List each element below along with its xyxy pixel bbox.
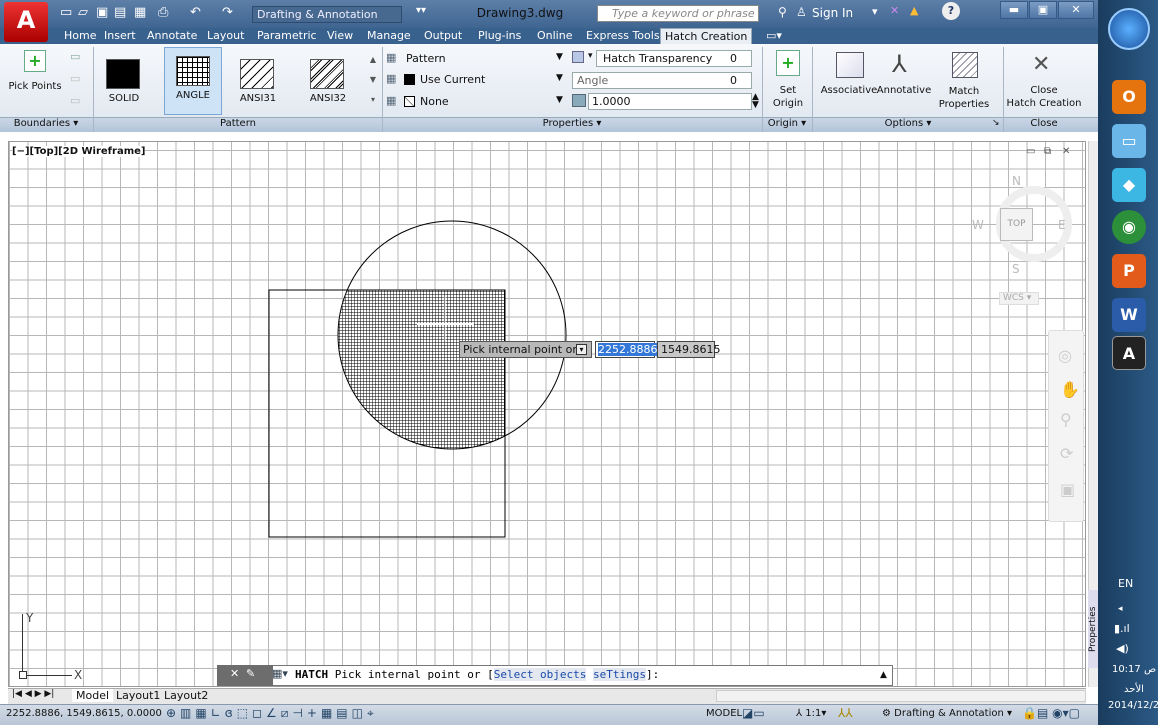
wcs-menu[interactable]: WCS ▾ xyxy=(999,292,1039,305)
showmotion-icon[interactable]: ▣ xyxy=(1060,480,1075,499)
layout-toggle-icons[interactable]: ◪▭ xyxy=(742,706,765,720)
options-down-icon[interactable]: ▾ xyxy=(576,344,587,355)
application-menu-button[interactable]: A xyxy=(4,2,48,42)
viewcube-east[interactable]: E xyxy=(1058,218,1066,232)
option-select-objects[interactable]: Select objects xyxy=(493,668,587,681)
outlook-icon[interactable]: O xyxy=(1112,80,1146,114)
x-value: 2252.8886 xyxy=(598,343,658,356)
start-button[interactable] xyxy=(1108,8,1150,50)
ucs-y-label: Y xyxy=(26,611,34,625)
coordinate-display[interactable]: 2252.8886, 1549.8615, 0.0000 xyxy=(6,708,162,719)
viewport-close-icon[interactable]: ✕ xyxy=(1062,146,1070,157)
clock-date: 2014/12/21 xyxy=(1108,700,1158,711)
model-space-button[interactable]: MODEL xyxy=(706,708,742,719)
annotation-icon: ⅄ xyxy=(796,708,803,719)
steering-wheel-icon[interactable]: ◎ xyxy=(1058,346,1072,365)
orbit-icon[interactable]: ⟳ xyxy=(1060,444,1073,463)
workspace-switch[interactable]: ⚙ Drafting & Annotation ▾ xyxy=(882,708,1012,719)
gear-icon: ⚙ xyxy=(882,708,891,719)
volume-icon[interactable]: ◀) xyxy=(1116,642,1129,655)
file-icon[interactable]: ◆ xyxy=(1112,168,1146,202)
network-icon[interactable]: ▮.ıl xyxy=(1114,622,1130,635)
viewcube-north[interactable]: N xyxy=(1012,174,1021,188)
viewcube-south[interactable]: S xyxy=(1012,262,1020,276)
ucs-x-axis xyxy=(22,675,72,676)
command-name: HATCH xyxy=(295,668,329,681)
dynamic-input-y[interactable]: 1549.8615 xyxy=(657,341,721,358)
autocad-icon[interactable]: A xyxy=(1112,336,1146,370)
pan-icon[interactable]: ✋ xyxy=(1060,380,1080,399)
viewcube-west[interactable]: W xyxy=(972,218,984,232)
tray-expand-icon[interactable]: ◂ xyxy=(1118,604,1123,614)
prompt-text: Pick internal point or xyxy=(463,343,577,356)
dynamic-input-x[interactable]: 2252.8886 xyxy=(595,341,658,358)
viewcube-top[interactable]: TOP xyxy=(1000,208,1033,241)
ucs-x-label: X xyxy=(74,668,83,682)
command-prompt: Pick internal point or [ xyxy=(334,668,494,681)
tab-nav-icons[interactable]: |◀ ◀ ▶ ▶| xyxy=(12,689,54,699)
hatch-fill xyxy=(338,290,505,449)
workspace-value: Drafting & Annotation xyxy=(894,708,1004,719)
hatch-command-icon: ▦▾ xyxy=(272,667,288,680)
option-settings[interactable]: seTtings xyxy=(593,668,647,681)
scale-value: 1:1 xyxy=(805,708,822,719)
clock-day: الأحد xyxy=(1124,684,1144,695)
status-tray-icons[interactable]: 🔒▤ ◉▾▢ xyxy=(1022,706,1080,720)
horizontal-scrollbar[interactable] xyxy=(716,690,1086,702)
properties-palette-tab[interactable]: Properties xyxy=(1088,590,1098,668)
tab-layout2[interactable]: Layout2 xyxy=(160,689,212,702)
tab-layout1[interactable]: Layout1 xyxy=(112,689,164,702)
command-text: HATCH Pick internal point or [Select obj… xyxy=(295,668,659,681)
language-indicator[interactable]: EN xyxy=(1118,577,1133,590)
command-tail: ]: xyxy=(646,668,660,681)
pdf-icon[interactable]: P xyxy=(1112,254,1146,288)
annotation-visibility-icon[interactable]: ⅄⅄ xyxy=(838,706,853,720)
command-history-icon[interactable]: ▲ xyxy=(880,670,887,680)
annotation-scale[interactable]: ⅄ 1:1▾ xyxy=(796,708,826,719)
chrome-icon[interactable]: ◉ xyxy=(1112,210,1146,244)
viewport-restore-icon[interactable]: ⧉ xyxy=(1044,146,1051,157)
ucs-origin-box xyxy=(19,671,27,679)
viewport-minimize-icon[interactable]: ▭ xyxy=(1026,146,1035,157)
zoom-icon[interactable]: ⚲ xyxy=(1060,410,1072,429)
wcs-label: WCS xyxy=(1003,293,1024,303)
ucs-y-axis xyxy=(22,614,23,676)
word-icon[interactable]: W xyxy=(1112,298,1146,332)
customize-icon[interactable]: ✎ xyxy=(246,667,255,680)
dynamic-input-prompt: Pick internal point or ▾ xyxy=(459,341,592,358)
clock-time[interactable]: 10:17 ص xyxy=(1110,664,1158,675)
tab-model[interactable]: Model xyxy=(72,689,114,702)
drafting-toggles[interactable]: ⊕▥▦∟ɞ⬚◻∠⧄⊣+▦▤◫⌖ xyxy=(166,706,378,721)
close-command-icon[interactable]: ✕ xyxy=(230,667,239,680)
command-line-handle[interactable] xyxy=(217,665,273,686)
explorer-icon[interactable]: ▭ xyxy=(1112,124,1146,158)
